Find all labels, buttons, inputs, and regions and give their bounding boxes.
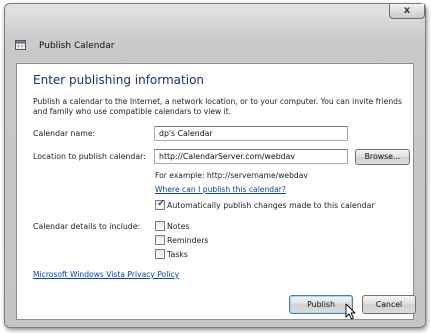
mouse-pointer-icon [345,303,356,320]
publish-calendar-dialog: x Publish Calendar Enter publishing info… [4,3,426,328]
reminders-label: Reminders [167,236,209,245]
example-text: For example: http://servername/webdav [155,171,308,180]
dialog-content: Enter publishing information Publish a c… [16,63,414,320]
where-publish-link[interactable]: Where can I publish this calendar? [155,185,286,194]
close-button[interactable]: x [389,4,425,19]
reminders-checkbox[interactable] [155,235,165,245]
notes-label: Notes [167,222,190,231]
intro-text: Publish a calendar to the Internet, a ne… [33,97,402,116]
calendar-icon [15,40,26,50]
tasks-checkbox[interactable] [155,249,165,259]
dialog-heading: Enter publishing information [33,73,205,87]
browse-button[interactable]: Browse... [355,149,410,165]
publish-button[interactable]: Publish [289,295,353,314]
auto-publish-checkbox[interactable]: ✓ [155,198,166,210]
tasks-label: Tasks [167,250,188,259]
location-label: Location to publish calendar: [33,152,146,161]
privacy-policy-link[interactable]: Microsoft Windows Vista Privacy Policy [33,270,179,279]
window-title: Publish Calendar [39,41,115,51]
notes-checkbox[interactable] [155,221,165,231]
details-label: Calendar details to include: [33,222,141,231]
auto-publish-label: Automatically publish changes made to th… [167,201,375,210]
calendar-name-label: Calendar name: [33,129,96,138]
cancel-button[interactable]: Cancel [362,295,416,314]
checkmark-icon: ✓ [157,198,166,209]
location-field[interactable]: http://CalendarServer.com/webdav [154,149,348,164]
close-icon: x [403,5,411,16]
calendar-name-field[interactable]: dp's Calendar [154,126,348,141]
